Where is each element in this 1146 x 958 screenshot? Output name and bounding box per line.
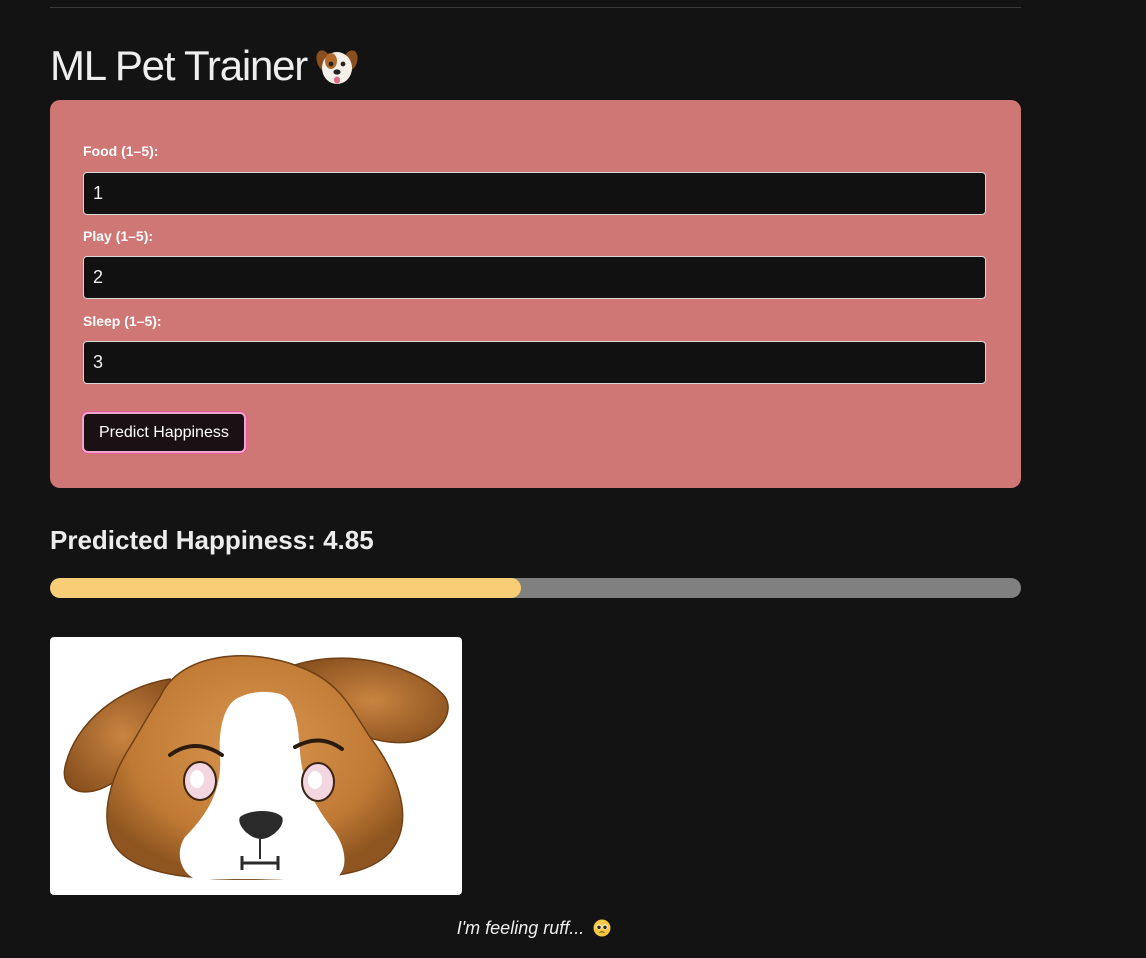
predict-happiness-button[interactable]: Predict Happiness xyxy=(82,412,246,453)
predicted-happiness-heading: Predicted Happiness: 4.85 xyxy=(50,525,374,555)
sleep-input[interactable] xyxy=(83,341,986,384)
play-label: Play (1–5): xyxy=(83,228,154,244)
page-title-text: ML Pet Trainer xyxy=(50,42,308,89)
dog-face-icon xyxy=(63,655,449,880)
mood-caption: I'm feeling ruff... xyxy=(0,918,1068,939)
mood-caption-text: I'm feeling ruff... xyxy=(456,918,585,938)
top-divider xyxy=(50,7,1021,8)
dog-face-icon xyxy=(315,44,359,88)
pleading-face-icon xyxy=(593,919,611,937)
happiness-progress-bar xyxy=(50,578,1021,598)
food-label: Food (1–5): xyxy=(83,143,159,159)
sleep-label: Sleep (1–5): xyxy=(83,313,162,329)
play-input[interactable] xyxy=(83,256,986,299)
happiness-progress-fill xyxy=(50,578,521,598)
page-title: ML Pet Trainer xyxy=(50,40,359,92)
prediction-form: Food (1–5): Play (1–5): Sleep (1–5): Pre… xyxy=(50,100,1021,488)
pet-image xyxy=(50,637,462,895)
food-input[interactable] xyxy=(83,172,986,215)
